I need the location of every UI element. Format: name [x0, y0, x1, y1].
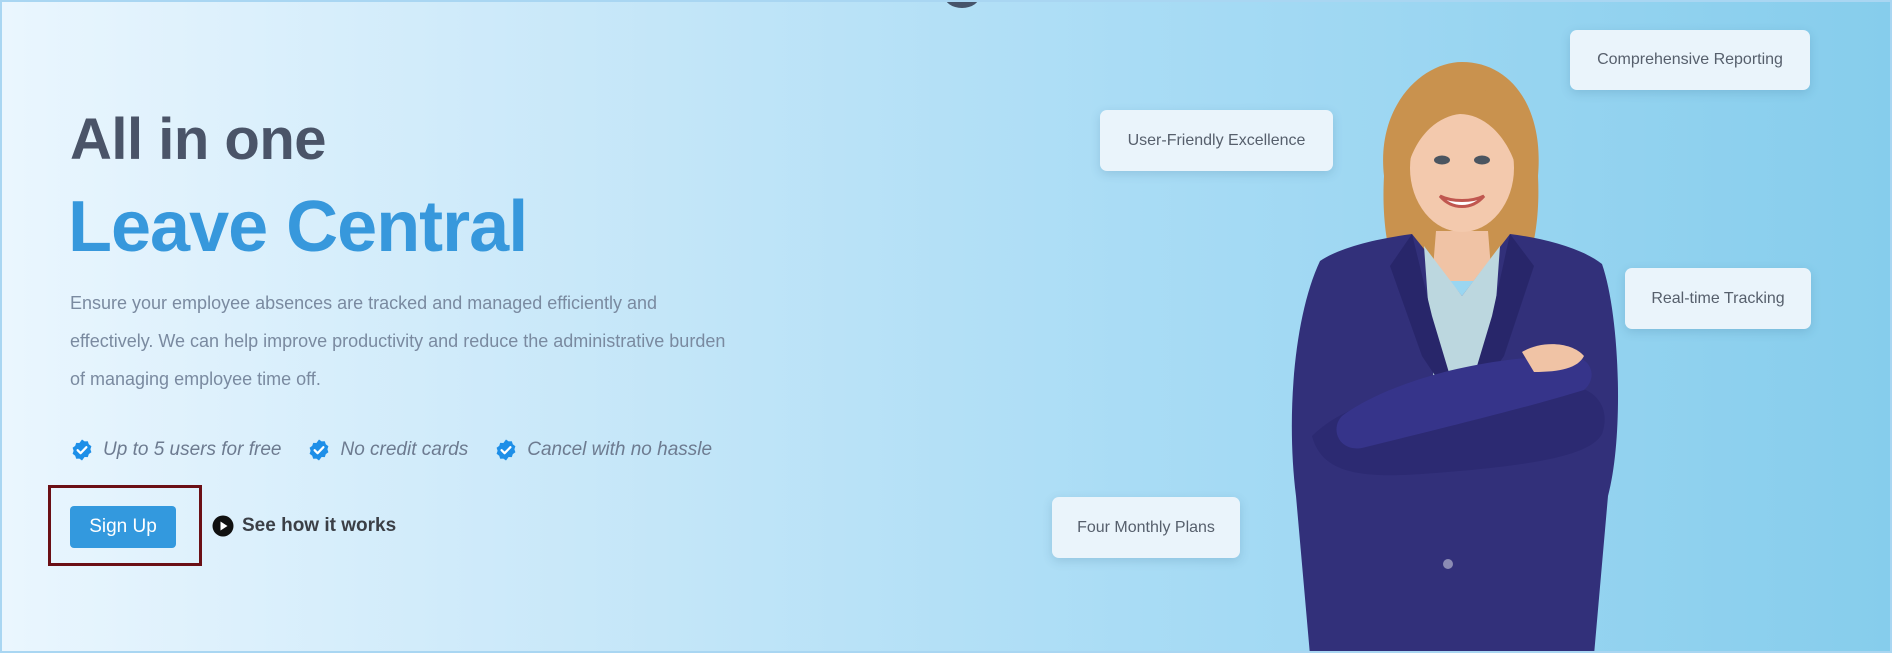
- feature-item: Up to 5 users for free: [70, 438, 281, 462]
- feature-list: Up to 5 users for free No credit cards C…: [70, 438, 712, 462]
- signup-button[interactable]: Sign Up: [70, 506, 176, 548]
- hero-title-line1: All in one: [70, 107, 327, 172]
- play-circle-icon: [212, 515, 234, 537]
- see-how-it-works-link[interactable]: See how it works: [212, 515, 396, 537]
- feature-card-plans: Four Monthly Plans: [1052, 497, 1240, 558]
- feature-item: Cancel with no hassle: [494, 438, 712, 462]
- feature-item: No credit cards: [307, 438, 468, 462]
- feature-label: Up to 5 users for free: [103, 439, 282, 460]
- hero-description: Ensure your employee absences are tracke…: [70, 293, 726, 389]
- verified-check-icon: [310, 439, 329, 461]
- feature-card-tracking: Real-time Tracking: [1625, 268, 1811, 329]
- verified-check-icon: [496, 439, 516, 461]
- hero-title-line2: Leave Central: [68, 187, 528, 267]
- see-how-it-works-label: See how it works: [242, 515, 397, 536]
- hero-section: All in one Leave Central Ensure your emp…: [0, 0, 1892, 653]
- feature-label: Cancel with no hassle: [527, 439, 713, 460]
- businesswoman-photo: [1291, 62, 1619, 651]
- top-partial-circle: [944, 2, 980, 8]
- feature-label: No credit cards: [340, 439, 469, 460]
- verified-check-icon: [72, 439, 92, 461]
